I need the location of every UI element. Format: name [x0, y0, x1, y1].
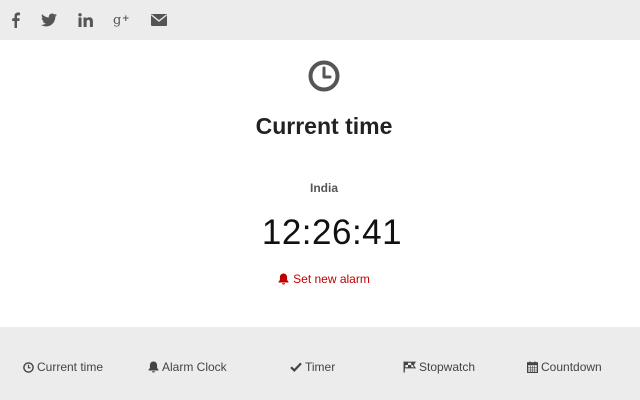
calendar-icon [527, 361, 538, 373]
nav-item-alarm-clock[interactable]: Alarm Clock [148, 359, 227, 375]
nav-item-stopwatch[interactable]: Stopwatch [403, 359, 475, 375]
linkedin-icon[interactable] [77, 10, 93, 30]
facebook-icon[interactable] [8, 10, 22, 30]
set-new-alarm-label: Set new alarm [293, 272, 370, 286]
location-label: India [309, 181, 338, 195]
flag-icon [403, 361, 416, 373]
current-time-display: 12:26:41 [261, 213, 403, 252]
bell-icon [148, 361, 159, 373]
nav-item-label: Timer [305, 360, 336, 374]
google-plus-icon[interactable]: g + [113, 10, 131, 30]
envelope-icon[interactable] [150, 10, 167, 30]
nav-item-countdown[interactable]: Countdown [527, 359, 602, 375]
twitter-icon[interactable] [40, 10, 58, 30]
check-icon [290, 362, 302, 372]
nav-item-label: Current time [37, 360, 104, 374]
clock-icon [308, 60, 340, 92]
bottom-nav: Current time Alarm Clock Timer Stopwatch… [0, 327, 640, 400]
nav-item-label: Stopwatch [419, 360, 476, 374]
svg-text:g: g [113, 13, 121, 28]
nav-item-label: Countdown [541, 360, 602, 374]
bell-icon [278, 273, 289, 285]
set-new-alarm-link[interactable]: Set new alarm [0, 272, 640, 286]
nav-item-label: Alarm Clock [162, 360, 227, 374]
page-title: Current time [255, 113, 393, 139]
main-panel: Current time India 12:26:41 Set new alar… [0, 40, 640, 327]
nav-item-current-time[interactable]: Current time [23, 359, 103, 375]
share-bar: g + [0, 0, 640, 40]
svg-text:+: + [122, 14, 130, 24]
clock-icon [23, 361, 34, 373]
nav-item-timer[interactable]: Timer [290, 359, 335, 375]
